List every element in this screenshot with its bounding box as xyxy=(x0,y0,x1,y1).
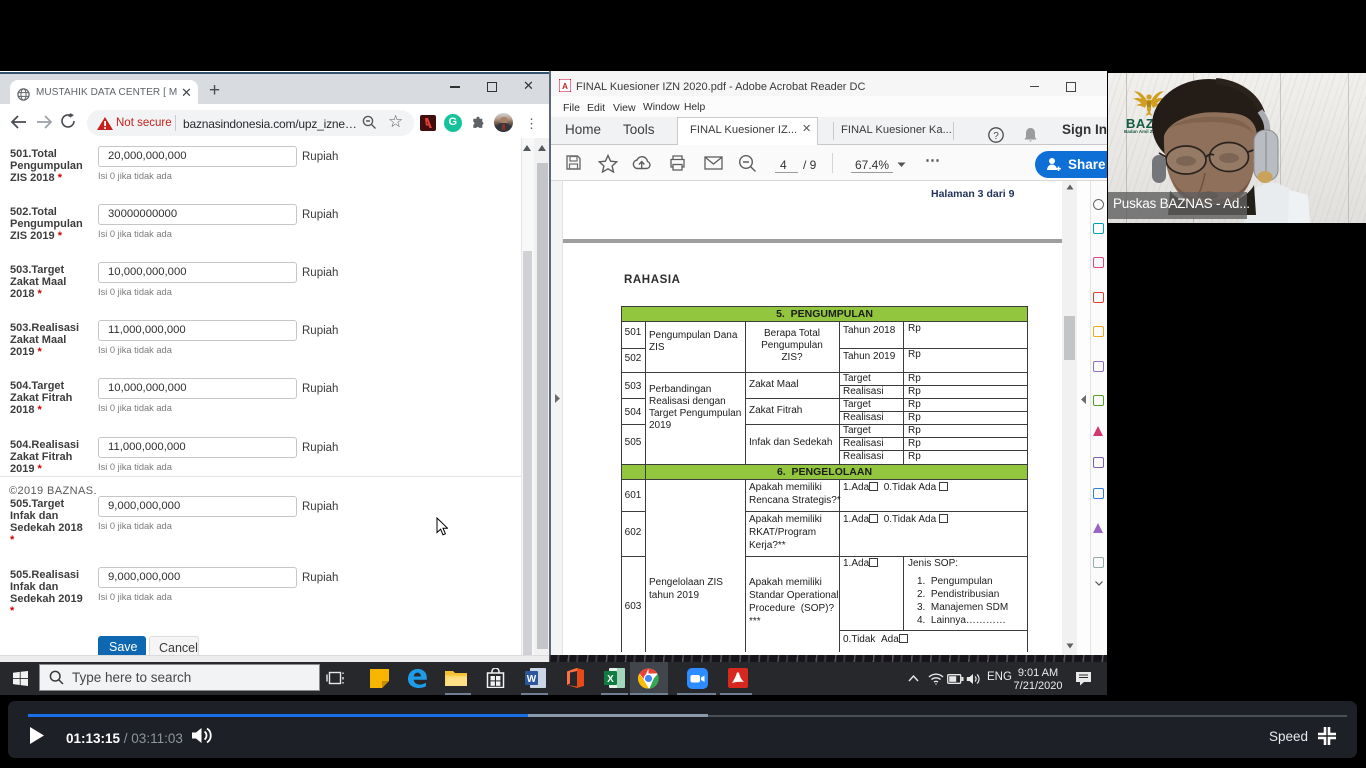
svg-text:A: A xyxy=(562,82,568,91)
svg-text:?: ? xyxy=(993,131,999,142)
svg-text:W: W xyxy=(527,674,537,685)
svg-text:X: X xyxy=(607,674,614,685)
